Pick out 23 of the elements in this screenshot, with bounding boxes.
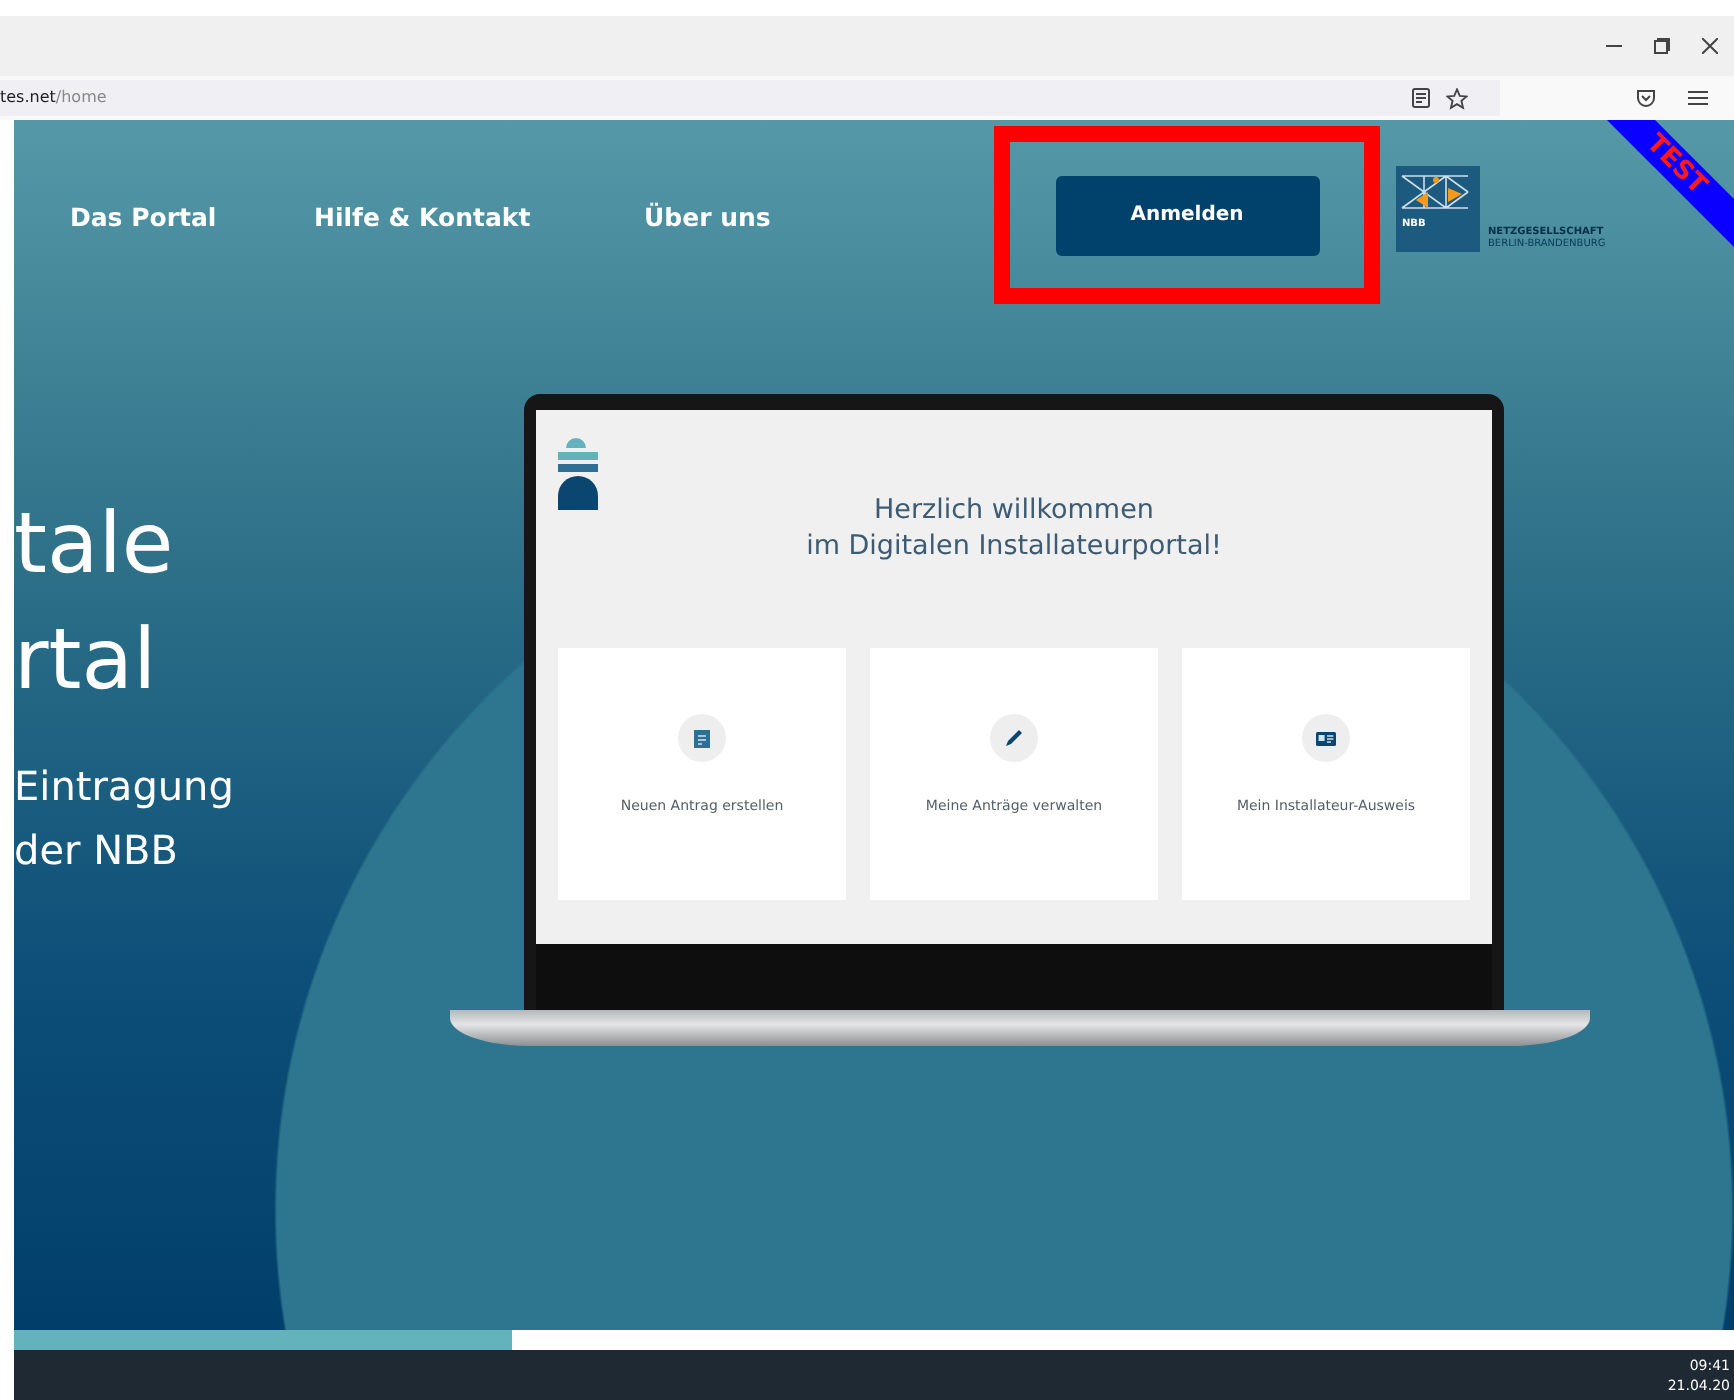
document-icon [694,729,710,747]
welcome-heading-line: im Digitalen Installateurportal! [806,530,1222,562]
nav-link[interactable]: Über uns [644,201,771,231]
nav-link[interactable]: Hilfe & Kontakt [314,201,531,231]
restore-icon[interactable] [1654,38,1670,54]
star-icon[interactable] [1446,87,1468,109]
login-button[interactable]: Anmelden [1055,175,1319,255]
hero-title-line: tale [14,492,176,596]
pocket-icon[interactable] [1636,88,1656,108]
close-icon[interactable] [1702,38,1718,54]
nav-link[interactable]: Das Portal [70,201,217,231]
address-field[interactable]: tes.net/home [0,80,1500,116]
url-path: /home [55,88,107,106]
hero-title-line: rtal [14,608,159,712]
url-host: tes.net [0,88,56,106]
pen-icon [1004,728,1024,748]
hero-subtitle-line: Eintragung [14,760,236,814]
menu-icon[interactable] [1688,90,1708,106]
reader-view-icon[interactable] [1412,88,1430,108]
id-card-icon [1316,731,1336,745]
portal-logo-icon [558,436,598,510]
hero-subtitle-line: der NBB [14,824,180,878]
welcome-heading-line: Herzlich willkommen [874,494,1154,526]
